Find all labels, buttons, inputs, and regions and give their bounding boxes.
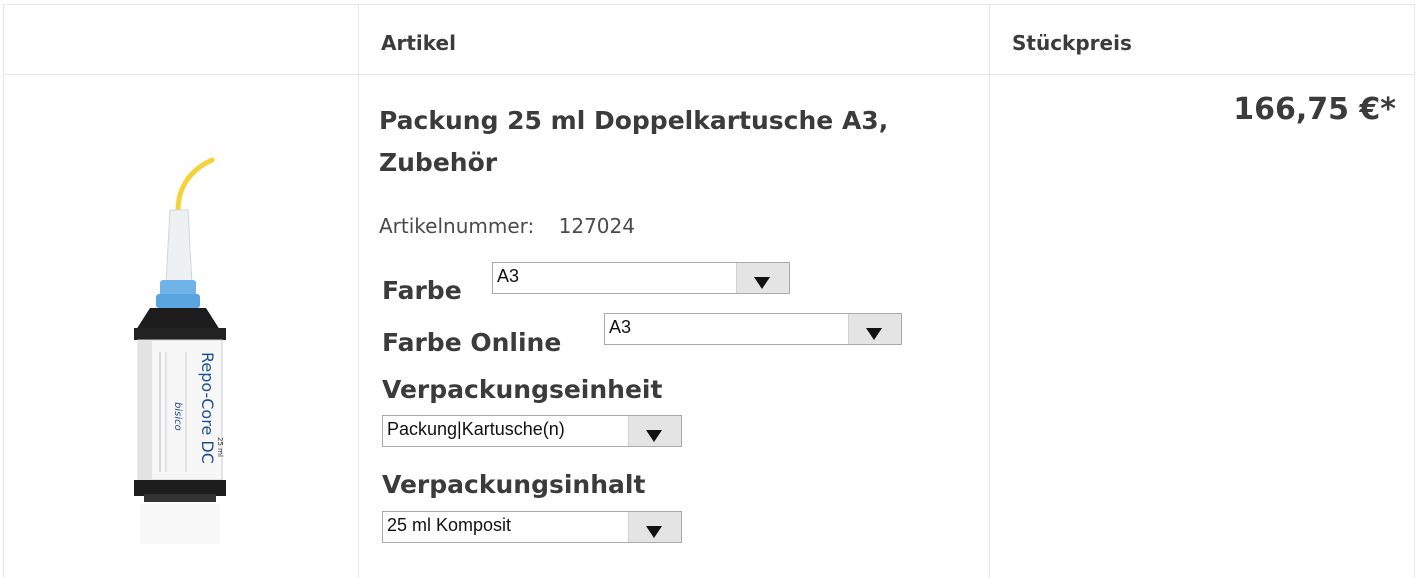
farbe-select[interactable]: A3 bbox=[492, 262, 790, 294]
product-image[interactable]: Repo-Core DC bisico 25 ml bbox=[130, 152, 240, 576]
column-divider bbox=[358, 5, 359, 578]
chevron-down-icon bbox=[646, 526, 662, 538]
verpackungseinheit-dropdown-button[interactable] bbox=[628, 416, 681, 446]
cartridge-illustration: Repo-Core DC bisico 25 ml bbox=[134, 157, 226, 544]
farbe-online-dropdown-button[interactable] bbox=[848, 314, 901, 344]
article-number-label: Artikelnummer: bbox=[379, 214, 535, 238]
chevron-down-icon bbox=[754, 277, 770, 289]
verpackungsinhalt-selected-value: 25 ml Komposit bbox=[387, 515, 512, 535]
chevron-down-icon bbox=[646, 430, 662, 442]
column-header-article: Artikel bbox=[381, 31, 456, 55]
product-image-label: Repo-Core DC bbox=[198, 352, 217, 464]
farbe-online-label: Farbe Online bbox=[382, 328, 562, 357]
verpackungsinhalt-select[interactable]: 25 ml Komposit bbox=[382, 511, 682, 543]
verpackungsinhalt-label: Verpackungsinhalt bbox=[382, 470, 646, 499]
farbe-selected-value: A3 bbox=[497, 266, 520, 286]
verpackungseinheit-selected-value: Packung|Kartusche(n) bbox=[387, 419, 565, 439]
chevron-down-icon bbox=[866, 328, 882, 340]
product-title[interactable]: Packung 25 ml Doppelkartusche A3, Zubehö… bbox=[379, 100, 969, 184]
farbe-dropdown-button[interactable] bbox=[736, 263, 789, 293]
verpackungsinhalt-dropdown-button[interactable] bbox=[628, 512, 681, 542]
product-image-volume: 25 ml bbox=[216, 437, 224, 457]
header-divider bbox=[4, 74, 1414, 75]
unit-price: 166,75 €* bbox=[1233, 92, 1396, 127]
column-header-unit-price: Stückpreis bbox=[1012, 31, 1132, 55]
verpackungseinheit-label: Verpackungseinheit bbox=[382, 375, 663, 404]
product-image-brand: bisico bbox=[172, 402, 183, 431]
verpackungseinheit-select[interactable]: Packung|Kartusche(n) bbox=[382, 415, 682, 447]
farbe-online-selected-value: A3 bbox=[609, 317, 632, 337]
article-number-value: 127024 bbox=[558, 214, 635, 238]
farbe-label: Farbe bbox=[382, 276, 462, 305]
article-number: Artikelnummer: 127024 bbox=[379, 214, 635, 238]
column-divider bbox=[989, 5, 990, 578]
farbe-online-select[interactable]: A3 bbox=[604, 313, 902, 345]
